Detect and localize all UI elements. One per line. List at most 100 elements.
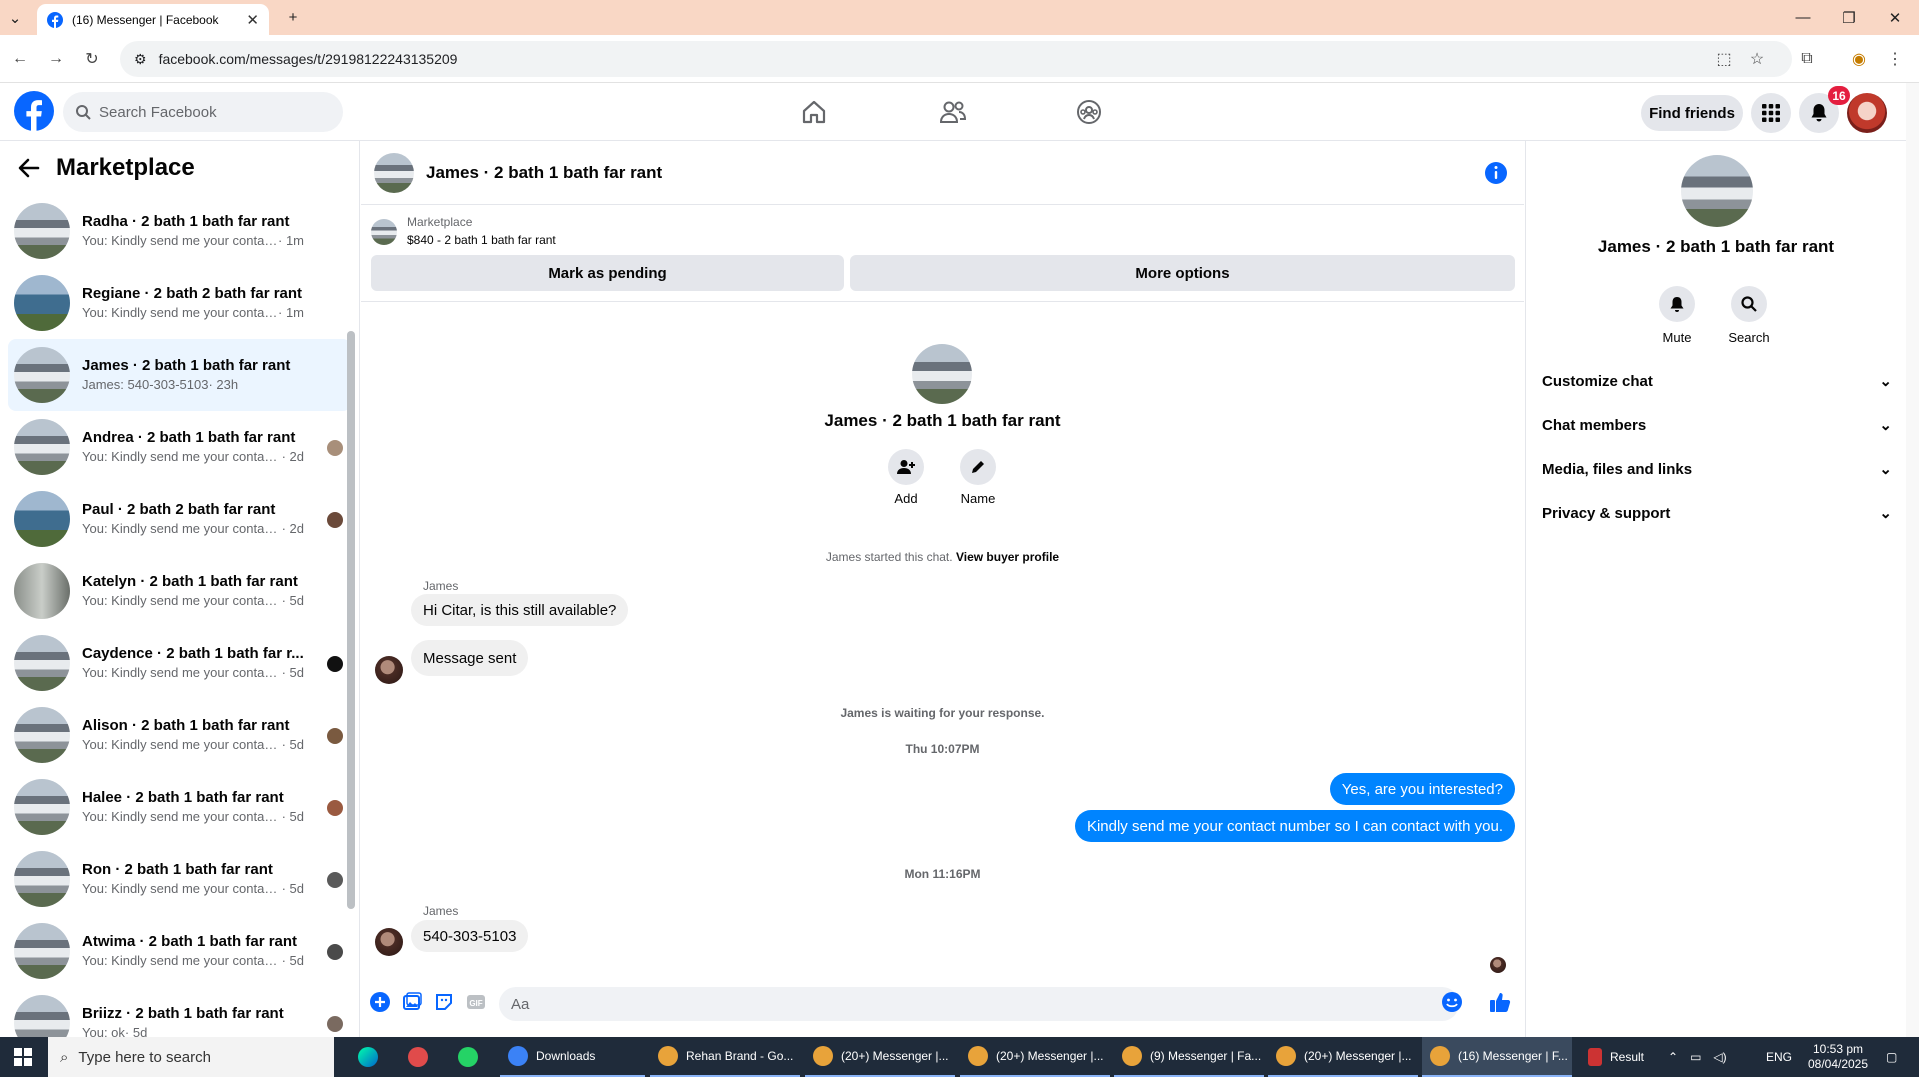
conversation-preview: You: Kindly send me your contact n... · … bbox=[82, 592, 304, 610]
customize-chat-section[interactable]: Customize chat ⌄ bbox=[1542, 363, 1892, 399]
reload-icon[interactable]: ↻ bbox=[80, 47, 104, 71]
chat-title[interactable]: James · 2 bath 1 bath far rant bbox=[426, 163, 662, 183]
bookmark-star-icon[interactable]: ☆ bbox=[1745, 47, 1769, 71]
home-icon[interactable] bbox=[798, 96, 830, 128]
tab-search-icon[interactable]: ⌄ bbox=[0, 0, 30, 35]
back-icon[interactable]: ← bbox=[8, 47, 32, 71]
app-icon[interactable] bbox=[400, 1037, 440, 1077]
action-center-icon[interactable]: ▢ bbox=[1886, 1037, 1897, 1077]
taskbar-window[interactable]: Rehan Brand - Go... bbox=[650, 1037, 800, 1077]
taskbar-window[interactable]: (16) Messenger | F... bbox=[1422, 1037, 1572, 1077]
sender-avatar[interactable] bbox=[375, 656, 403, 684]
thumbs-up-icon[interactable] bbox=[1489, 991, 1511, 1013]
find-friends-button[interactable]: Find friends bbox=[1641, 95, 1743, 131]
gif-icon[interactable]: GIF bbox=[465, 991, 487, 1013]
message-bubble-incoming[interactable]: Message sent bbox=[411, 640, 529, 676]
address-bar[interactable]: ⚙ facebook.com/messages/t/29198122243135… bbox=[120, 41, 1792, 77]
pencil-icon bbox=[972, 461, 984, 473]
name-button[interactable]: Name bbox=[948, 449, 1008, 506]
list-scrollbar[interactable] bbox=[347, 331, 355, 909]
message-input[interactable]: Aa bbox=[499, 987, 1459, 1021]
back-arrow-icon[interactable] bbox=[18, 158, 40, 178]
taskbar-window[interactable]: (9) Messenger | Fa... bbox=[1114, 1037, 1264, 1077]
message-bubble-incoming[interactable]: Hi Citar, is this still available? bbox=[411, 594, 629, 626]
edge-icon[interactable] bbox=[350, 1037, 390, 1077]
facebook-logo-icon[interactable] bbox=[14, 91, 54, 131]
page-scrollbar[interactable] bbox=[1906, 83, 1919, 1037]
conversation-item[interactable]: Paul · 2 bath 2 bath far rant You: Kindly… bbox=[8, 483, 351, 555]
language-indicator[interactable]: ENG bbox=[1766, 1037, 1792, 1077]
conversation-item[interactable]: Alison · 2 bath 1 bath far rant You: Kind… bbox=[8, 699, 351, 771]
listing-price[interactable]: $840 - 2 bath 1 bath far rant bbox=[407, 233, 556, 247]
conversation-item[interactable]: Katelyn · 2 bath 1 bath far rant You: Kin… bbox=[8, 555, 351, 627]
close-window-icon[interactable]: ✕ bbox=[1872, 0, 1918, 35]
preview-snippet: You: Kindly send me your contac... bbox=[82, 665, 282, 680]
extensions-icon[interactable]: ⧉ bbox=[1795, 47, 1819, 71]
taskbar-window[interactable]: (20+) Messenger |... bbox=[1268, 1037, 1418, 1077]
emoji-icon[interactable] bbox=[1441, 991, 1463, 1013]
profile-icon[interactable]: ◉ bbox=[1847, 47, 1871, 71]
profile-name: James · 2 bath 1 bath far rant bbox=[824, 411, 1061, 430]
photo-icon[interactable] bbox=[401, 991, 423, 1013]
menu-grid-icon[interactable] bbox=[1751, 93, 1791, 133]
minimize-icon[interactable]: — bbox=[1780, 0, 1826, 35]
account-avatar[interactable] bbox=[1847, 93, 1887, 133]
conversation-item[interactable]: James · 2 bath 1 bath far rant James: 540… bbox=[8, 339, 351, 411]
browser-tab[interactable]: (16) Messenger | Facebook ✕ bbox=[37, 4, 269, 35]
message-bubble-outgoing[interactable]: Kindly send me your contact number so I … bbox=[1074, 810, 1515, 842]
conversation-item[interactable]: Ron · 2 bath 1 bath far rant You: Kindly … bbox=[8, 843, 351, 915]
conversation-item[interactable]: Radha · 2 bath 1 bath far rant You: Kindl… bbox=[8, 195, 351, 267]
preview-snippet: You: Kindly send me your contact ... bbox=[82, 305, 278, 320]
conversation-item[interactable]: Halee · 2 bath 1 bath far rant You: Kindl… bbox=[8, 771, 351, 843]
volume-icon[interactable]: ◁) bbox=[1713, 1050, 1726, 1064]
taskbar-window[interactable]: (20+) Messenger |... bbox=[960, 1037, 1110, 1077]
conversation-item[interactable]: Atwima · 2 bath 1 bath far rant You: Kind… bbox=[8, 915, 351, 987]
mute-button[interactable]: Mute bbox=[1647, 286, 1707, 345]
forward-icon[interactable]: → bbox=[44, 47, 68, 71]
conversation-item[interactable]: Regiane · 2 bath 2 bath far rant You: Kin… bbox=[8, 267, 351, 339]
friends-icon[interactable] bbox=[937, 96, 969, 128]
conversation-item[interactable]: Andrea · 2 bath 1 bath far rant You: Kind… bbox=[8, 411, 351, 483]
sender-avatar[interactable] bbox=[375, 928, 403, 956]
taskbar-window-label: (20+) Messenger |... bbox=[1304, 1049, 1412, 1063]
browser-menu-icon[interactable]: ⋮ bbox=[1883, 47, 1907, 71]
listing-thumbnail[interactable] bbox=[371, 219, 397, 245]
media-files-links-section[interactable]: Media, files and links ⌄ bbox=[1542, 451, 1892, 487]
plus-circle-icon[interactable] bbox=[369, 991, 391, 1013]
network-icon[interactable]: ▭ bbox=[1690, 1050, 1701, 1064]
conversation-avatar bbox=[14, 707, 70, 763]
whatsapp-icon[interactable] bbox=[450, 1037, 490, 1077]
view-buyer-profile-link[interactable]: View buyer profile bbox=[956, 550, 1059, 564]
tray-result-label: Result bbox=[1610, 1050, 1645, 1064]
system-tray-icons[interactable]: ⌃ ▭ ◁) bbox=[1668, 1037, 1727, 1077]
chevron-up-icon[interactable]: ⌃ bbox=[1668, 1050, 1678, 1064]
taskbar-window[interactable]: (20+) Messenger |... bbox=[805, 1037, 955, 1077]
sticker-icon[interactable] bbox=[433, 991, 455, 1013]
close-tab-icon[interactable]: ✕ bbox=[246, 11, 259, 29]
new-tab-icon[interactable]: + bbox=[270, 0, 316, 35]
restore-icon[interactable]: ❐ bbox=[1826, 0, 1872, 35]
more-options-button[interactable]: More options bbox=[850, 255, 1515, 291]
conversation-item[interactable]: Briizz · 2 bath 1 bath far rant You: ok ·… bbox=[8, 987, 351, 1037]
chat-members-section[interactable]: Chat members ⌄ bbox=[1542, 407, 1892, 443]
message-bubble-incoming[interactable]: 540-303-5103 bbox=[411, 920, 529, 952]
windows-start-icon[interactable] bbox=[0, 1037, 46, 1077]
add-button[interactable]: Add bbox=[876, 449, 936, 506]
mark-as-pending-button[interactable]: Mark as pending bbox=[371, 255, 844, 291]
clock[interactable]: 10:53 pm 08/04/2025 bbox=[1803, 1037, 1873, 1077]
tray-result[interactable]: Result bbox=[1588, 1037, 1644, 1077]
taskbar-window[interactable]: Downloads bbox=[500, 1037, 645, 1077]
search-in-chat-button[interactable]: Search bbox=[1719, 286, 1779, 345]
taskbar-search-input[interactable]: ⌕ Type here to search bbox=[48, 1037, 334, 1077]
site-info-icon[interactable]: ⚙ bbox=[134, 51, 147, 68]
install-app-icon[interactable]: ⬚ bbox=[1712, 47, 1736, 71]
conversation-item[interactable]: Caydence · 2 bath 1 bath far r... You: Ki… bbox=[8, 627, 351, 699]
facebook-search-input[interactable]: Search Facebook bbox=[63, 92, 343, 132]
chrome-icon bbox=[968, 1046, 988, 1066]
groups-icon[interactable] bbox=[1073, 96, 1105, 128]
info-icon[interactable] bbox=[1483, 160, 1509, 186]
seen-avatar bbox=[327, 728, 343, 744]
message-bubble-outgoing[interactable]: Yes, are you interested? bbox=[1329, 773, 1515, 805]
chat-avatar[interactable] bbox=[374, 152, 414, 193]
privacy-support-section[interactable]: Privacy & support ⌄ bbox=[1542, 495, 1892, 531]
